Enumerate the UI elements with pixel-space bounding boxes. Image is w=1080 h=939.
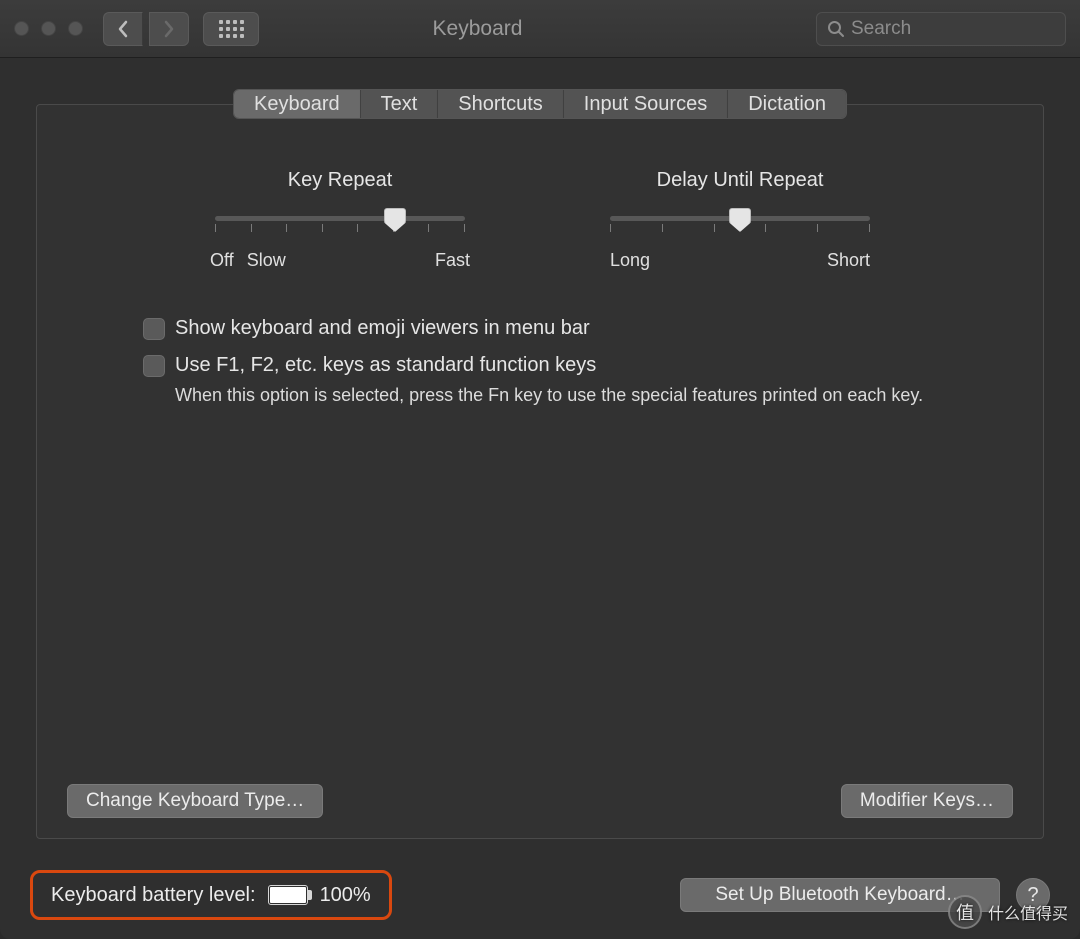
key-repeat-label-off: Off: [210, 250, 234, 270]
checkbox-fn-keys[interactable]: Use F1, F2, etc. keys as standard functi…: [143, 354, 1013, 377]
checkbox-show-viewers[interactable]: Show keyboard and emoji viewers in menu …: [143, 317, 1013, 340]
delay-block: Delay Until Repeat Long Short: [610, 169, 870, 271]
checkbox-group: Show keyboard and emoji viewers in menu …: [143, 317, 1013, 406]
delay-labels: Long Short: [610, 250, 870, 271]
sliders-row: Key Repeat Off Slow Fast: [67, 169, 1013, 271]
tab-shortcuts[interactable]: Shortcuts: [438, 90, 563, 118]
key-repeat-label-slow: Slow: [247, 250, 286, 270]
tab-text[interactable]: Text: [361, 90, 439, 118]
close-icon[interactable]: [14, 21, 29, 36]
battery-icon: [268, 885, 308, 905]
toolbar: Keyboard Search: [0, 0, 1080, 58]
battery-status: Keyboard battery level: 100%: [30, 870, 392, 920]
delay-title: Delay Until Repeat: [610, 169, 870, 192]
key-repeat-block: Key Repeat Off Slow Fast: [210, 169, 470, 271]
delay-label-short: Short: [827, 250, 870, 271]
change-keyboard-type-button[interactable]: Change Keyboard Type…: [67, 784, 323, 818]
key-repeat-slider[interactable]: [215, 206, 465, 236]
panel-buttons: Change Keyboard Type… Modifier Keys…: [67, 784, 1013, 818]
tab-input-sources[interactable]: Input Sources: [564, 90, 728, 118]
footer: Keyboard battery level: 100% Set Up Blue…: [30, 869, 1050, 921]
key-repeat-title: Key Repeat: [210, 169, 470, 192]
window-title: Keyboard: [139, 17, 816, 41]
delay-label-long: Long: [610, 250, 650, 271]
watermark-badge-icon: 值: [948, 895, 982, 929]
minimize-icon[interactable]: [41, 21, 56, 36]
slider-thumb-icon[interactable]: [729, 208, 751, 232]
key-repeat-label-fast: Fast: [435, 250, 470, 271]
chevron-left-icon: [117, 20, 129, 38]
tab-keyboard[interactable]: Keyboard: [234, 90, 361, 118]
window-controls: [14, 21, 83, 36]
back-button[interactable]: [103, 12, 143, 46]
fn-keys-help: When this option is selected, press the …: [175, 385, 1013, 406]
battery-label: Keyboard battery level:: [51, 884, 256, 907]
key-repeat-labels: Off Slow Fast: [210, 250, 470, 271]
search-icon: [827, 20, 845, 38]
modifier-keys-button[interactable]: Modifier Keys…: [841, 784, 1013, 818]
watermark: 值 什么值得买: [948, 895, 1068, 929]
window: Keyboard Search Keyboard Text Shortcuts …: [0, 0, 1080, 939]
search-field[interactable]: Search: [816, 12, 1066, 46]
checkbox-icon[interactable]: [143, 355, 165, 377]
battery-value: 100%: [320, 884, 371, 907]
search-placeholder: Search: [851, 18, 911, 40]
tab-bar: Keyboard Text Shortcuts Input Sources Di…: [233, 89, 847, 119]
checkbox-label: Show keyboard and emoji viewers in menu …: [175, 317, 590, 340]
main-panel: Keyboard Text Shortcuts Input Sources Di…: [36, 104, 1044, 839]
checkbox-icon[interactable]: [143, 318, 165, 340]
tab-content: Key Repeat Off Slow Fast: [67, 149, 1013, 808]
watermark-text: 什么值得买: [988, 900, 1068, 924]
zoom-icon[interactable]: [68, 21, 83, 36]
slider-thumb-icon[interactable]: [384, 208, 406, 232]
delay-slider[interactable]: [610, 206, 870, 236]
tab-dictation[interactable]: Dictation: [728, 90, 846, 118]
checkbox-label: Use F1, F2, etc. keys as standard functi…: [175, 354, 596, 377]
